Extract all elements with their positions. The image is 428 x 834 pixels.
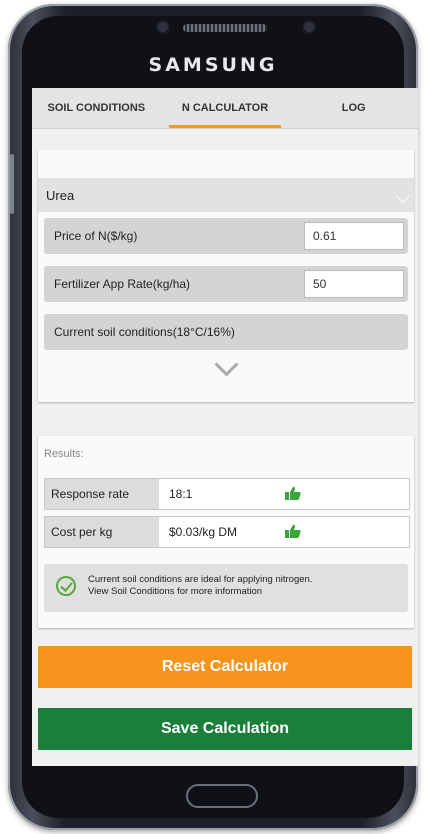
- response-rate-row: Response rate 18:1: [44, 478, 410, 510]
- app-screen: SOIL CONDITIONS N CALCULATOR LOG Urea Pr…: [32, 88, 418, 766]
- thumbs-up-icon: [285, 486, 301, 500]
- chevron-down-icon: [395, 188, 411, 204]
- cost-per-kg-row: Cost per kg $0.03/kg DM: [44, 516, 410, 548]
- side-button: [10, 154, 14, 214]
- expand-chevron-icon[interactable]: [214, 352, 239, 377]
- save-calculation-button[interactable]: Save Calculation: [38, 708, 412, 750]
- results-card: Results: Response rate 18:1 Cost per kg …: [38, 436, 414, 628]
- reset-calculator-button[interactable]: Reset Calculator: [38, 646, 412, 688]
- price-input[interactable]: [304, 222, 404, 250]
- calculator-card: Urea Price of N($/kg) Fertilizer App Rat…: [38, 150, 414, 402]
- soil-info-note: Current soil conditions are ideal for ap…: [44, 564, 408, 612]
- thumbs-up-icon: [285, 524, 301, 538]
- check-circle-icon: [56, 576, 76, 596]
- device-brand: SAMSUNG: [148, 54, 278, 76]
- response-rate-label: Response rate: [45, 479, 159, 509]
- home-button[interactable]: [186, 784, 258, 808]
- price-row: Price of N($/kg): [44, 218, 408, 254]
- app-rate-label: Fertilizer App Rate(kg/ha): [54, 277, 191, 291]
- price-label: Price of N($/kg): [54, 229, 138, 243]
- cost-per-kg-label: Cost per kg: [45, 517, 159, 547]
- tab-log[interactable]: LOG: [289, 88, 418, 128]
- note-text: Current soil conditions are ideal for ap…: [88, 574, 404, 598]
- results-title: Results:: [44, 448, 84, 460]
- tab-soil-conditions[interactable]: SOIL CONDITIONS: [32, 88, 161, 128]
- response-rate-value: 18:1: [169, 487, 193, 501]
- sensor-icon: [158, 22, 168, 32]
- fertilizer-select-value: Urea: [46, 187, 75, 203]
- tab-bar: SOIL CONDITIONS N CALCULATOR LOG: [32, 88, 418, 129]
- earpiece-speaker: [183, 24, 267, 32]
- fertilizer-select[interactable]: Urea: [38, 178, 414, 212]
- soil-conditions-label: Current soil conditions(18°C/16%): [54, 325, 235, 339]
- note-line-2: View Soil Conditions for more informatio…: [88, 586, 263, 597]
- cost-per-kg-value: $0.03/kg DM: [169, 525, 238, 539]
- tab-n-calculator[interactable]: N CALCULATOR: [161, 88, 290, 128]
- app-rate-row: Fertilizer App Rate(kg/ha): [44, 266, 408, 302]
- note-line-1: Current soil conditions are ideal for ap…: [88, 574, 313, 585]
- front-camera-icon: [304, 22, 314, 32]
- app-rate-input[interactable]: [304, 270, 404, 298]
- soil-conditions-row[interactable]: Current soil conditions(18°C/16%): [44, 314, 408, 350]
